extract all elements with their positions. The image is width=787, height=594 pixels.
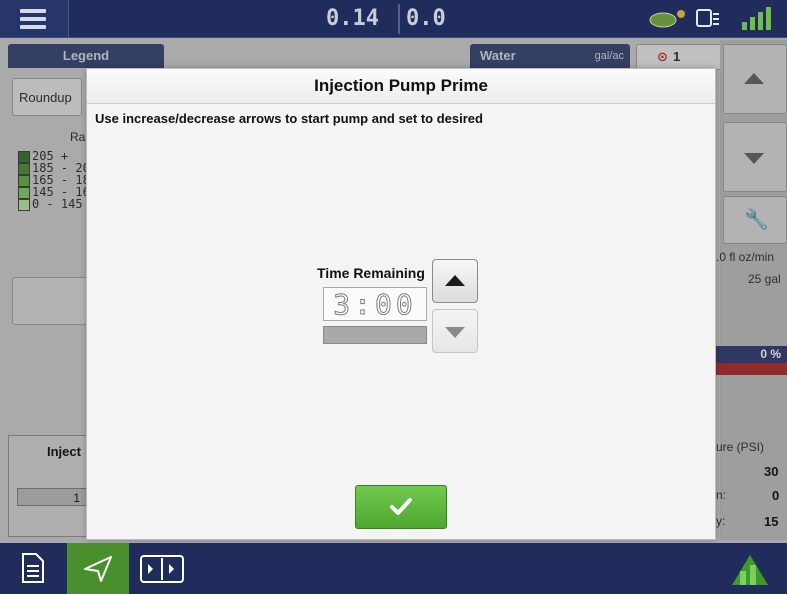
home-logo-icon <box>732 555 768 585</box>
divider <box>398 4 400 34</box>
arrow-up-icon <box>445 275 465 286</box>
speed-readout: 0.14 <box>326 6 379 31</box>
increase-button[interactable] <box>432 259 478 303</box>
dialog-title: Injection Pump Prime <box>314 76 488 95</box>
time-remaining-label: Time Remaining <box>317 265 425 281</box>
top-status-bar: 0.14 0.0 <box>0 0 787 38</box>
gps-signal-icon[interactable] <box>740 4 780 37</box>
dialog-instruction: Use increase/decrease arrows to start pu… <box>95 111 483 126</box>
menu-button[interactable] <box>0 0 69 37</box>
decrease-button[interactable] <box>432 309 478 353</box>
guidance-button[interactable] <box>67 543 129 594</box>
ok-button[interactable] <box>355 485 447 529</box>
checkmark-icon <box>390 498 412 515</box>
time-remaining-display: 3:00 <box>323 287 427 322</box>
display-icon[interactable] <box>696 8 720 35</box>
split-screen-button[interactable] <box>136 543 188 594</box>
pump-progress-bar <box>323 326 427 344</box>
rate-readout: 0.0 <box>406 6 446 31</box>
document-button[interactable] <box>0 543 66 594</box>
split-screen-icon <box>140 555 184 583</box>
seed-tube-icon[interactable] <box>648 6 688 35</box>
arrow-down-icon <box>445 327 465 338</box>
navigation-arrow-icon <box>84 556 112 582</box>
document-icon <box>22 553 44 583</box>
injection-pump-prime-dialog: Injection Pump Prime Use increase/decrea… <box>86 68 716 540</box>
home-button[interactable] <box>724 543 776 594</box>
